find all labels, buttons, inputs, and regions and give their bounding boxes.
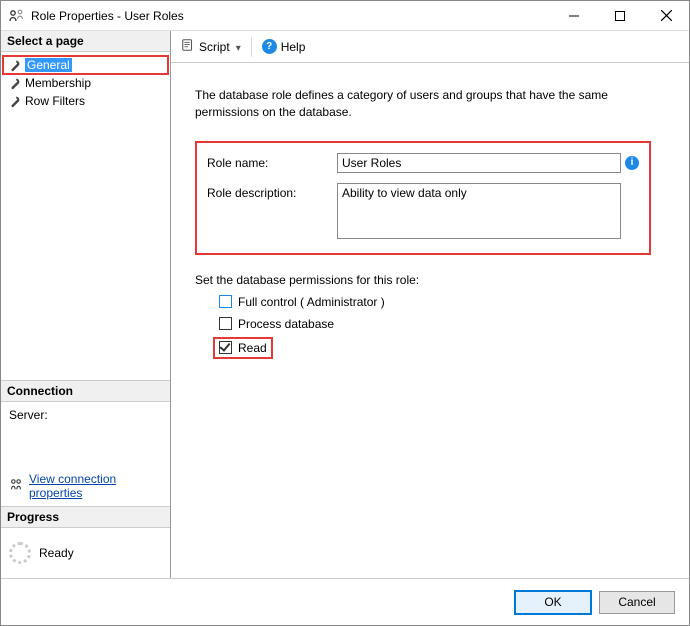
nav-item-label: Membership: [25, 76, 91, 90]
view-connection-properties-link[interactable]: View connection properties: [29, 472, 162, 500]
info-icon[interactable]: i: [625, 156, 639, 170]
script-dropdown[interactable]: [236, 40, 241, 54]
minimize-button[interactable]: [551, 1, 597, 30]
permissions-list: Full control ( Administrator ) Process d…: [195, 295, 665, 357]
content-area: The database role defines a category of …: [171, 63, 689, 578]
progress-status: Ready: [39, 546, 74, 560]
connection-section: Server: View connection properties: [1, 402, 170, 506]
left-pane: Select a page General Membership Row Fil…: [1, 31, 171, 578]
nav-item-general[interactable]: General: [3, 56, 168, 74]
checkbox-icon[interactable]: [219, 295, 232, 308]
role-name-label: Role name:: [207, 153, 337, 170]
connection-header: Connection: [1, 380, 170, 402]
title-bar: Role Properties - User Roles: [1, 1, 689, 31]
window-controls: [551, 1, 689, 30]
wrench-icon: [7, 94, 21, 108]
nav-item-row-filters[interactable]: Row Filters: [3, 92, 168, 110]
app-icon: [9, 8, 25, 24]
page-nav-list: General Membership Row Filters: [1, 52, 170, 114]
help-label: Help: [281, 40, 306, 54]
toolbar-separator: [251, 37, 252, 57]
role-desc-label: Role description:: [207, 183, 337, 200]
role-desc-input[interactable]: Ability to view data only: [337, 183, 621, 239]
perm-label: Process database: [238, 317, 334, 331]
nav-item-label: General: [25, 58, 72, 72]
perm-read[interactable]: Read: [215, 339, 271, 357]
connection-icon: [9, 478, 23, 495]
progress-section: Ready: [1, 528, 170, 578]
wrench-icon: [7, 58, 21, 72]
progress-spinner-icon: [9, 542, 31, 564]
intro-text: The database role defines a category of …: [195, 87, 665, 121]
dialog-footer: OK Cancel: [1, 579, 689, 625]
help-button[interactable]: ? Help: [262, 39, 306, 54]
cancel-button[interactable]: Cancel: [599, 591, 675, 614]
help-icon: ?: [262, 39, 277, 54]
maximize-button[interactable]: [597, 1, 643, 30]
role-form: Role name: i Role description: Ability t…: [195, 141, 651, 255]
perm-label: Read: [238, 341, 267, 355]
perm-process-database[interactable]: Process database: [219, 317, 665, 331]
select-page-header: Select a page: [1, 31, 170, 52]
role-name-input[interactable]: [337, 153, 621, 173]
script-button[interactable]: Script: [181, 38, 230, 55]
perm-full-control[interactable]: Full control ( Administrator ): [219, 295, 665, 309]
window-title: Role Properties - User Roles: [31, 9, 551, 23]
nav-item-label: Row Filters: [25, 94, 85, 108]
ok-button[interactable]: OK: [515, 591, 591, 614]
right-pane: Script ? Help The database role defines …: [171, 31, 689, 578]
permissions-heading: Set the database permissions for this ro…: [195, 273, 665, 287]
perm-label: Full control ( Administrator ): [238, 295, 385, 309]
wrench-icon: [7, 76, 21, 90]
progress-header: Progress: [1, 506, 170, 528]
server-label: Server:: [9, 408, 162, 422]
close-button[interactable]: [643, 1, 689, 30]
script-label: Script: [199, 40, 230, 54]
checkbox-icon[interactable]: [219, 341, 232, 354]
toolbar: Script ? Help: [171, 31, 689, 63]
checkbox-icon[interactable]: [219, 317, 232, 330]
script-icon: [181, 38, 195, 55]
nav-item-membership[interactable]: Membership: [3, 74, 168, 92]
